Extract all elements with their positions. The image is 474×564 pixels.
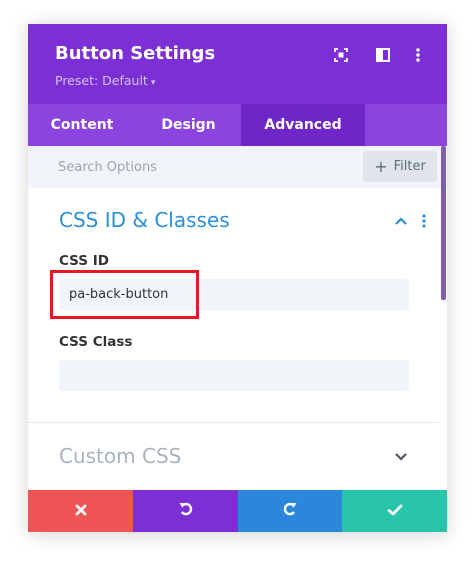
more-vertical-icon[interactable] [407,44,429,66]
cancel-button[interactable] [28,490,133,532]
preset-label: Preset: Default [55,73,148,88]
css-class-input[interactable] [59,360,409,391]
sidebar-layout-icon[interactable] [372,44,394,66]
undo-button[interactable] [133,490,238,532]
search-bar: + Filter [28,146,447,188]
chevron-down-icon[interactable] [392,448,410,466]
modal-title: Button Settings [55,43,216,64]
button-settings-modal: Button Settings Preset: Default ▾ Conten… [28,24,447,532]
preset-caret: ▾ [150,78,156,88]
css-id-input[interactable] [59,279,409,310]
tab-advanced[interactable]: Advanced [241,104,365,146]
redo-icon [281,500,299,522]
tab-bar: Content Design Advanced [28,104,447,146]
plus-icon: + [374,156,388,176]
css-id-label: CSS ID [59,253,109,269]
chevron-up-icon[interactable] [392,212,410,230]
section-more-icon[interactable] [415,212,433,230]
section-divider [28,422,439,423]
css-class-label: CSS Class [59,334,133,350]
undo-icon [177,500,195,522]
tab-content[interactable]: Content [28,104,136,146]
footer-actions [28,490,447,532]
section-title-custom-css[interactable]: Custom CSS [59,444,181,468]
scrollbar-thumb[interactable] [441,146,446,300]
search-options-input[interactable] [58,157,358,177]
preset-dropdown[interactable]: Preset: Default ▾ [55,73,155,88]
check-icon [387,502,403,521]
close-icon [74,502,88,521]
filter-label: Filter [393,159,426,174]
tab-design[interactable]: Design [136,104,241,146]
expand-icon[interactable] [330,44,352,66]
section-title-css-id-classes[interactable]: CSS ID & Classes [59,208,230,232]
save-button[interactable] [342,490,447,532]
filter-button[interactable]: + Filter [363,151,437,182]
redo-button[interactable] [238,490,342,532]
modal-header: Button Settings Preset: Default ▾ [28,24,447,104]
